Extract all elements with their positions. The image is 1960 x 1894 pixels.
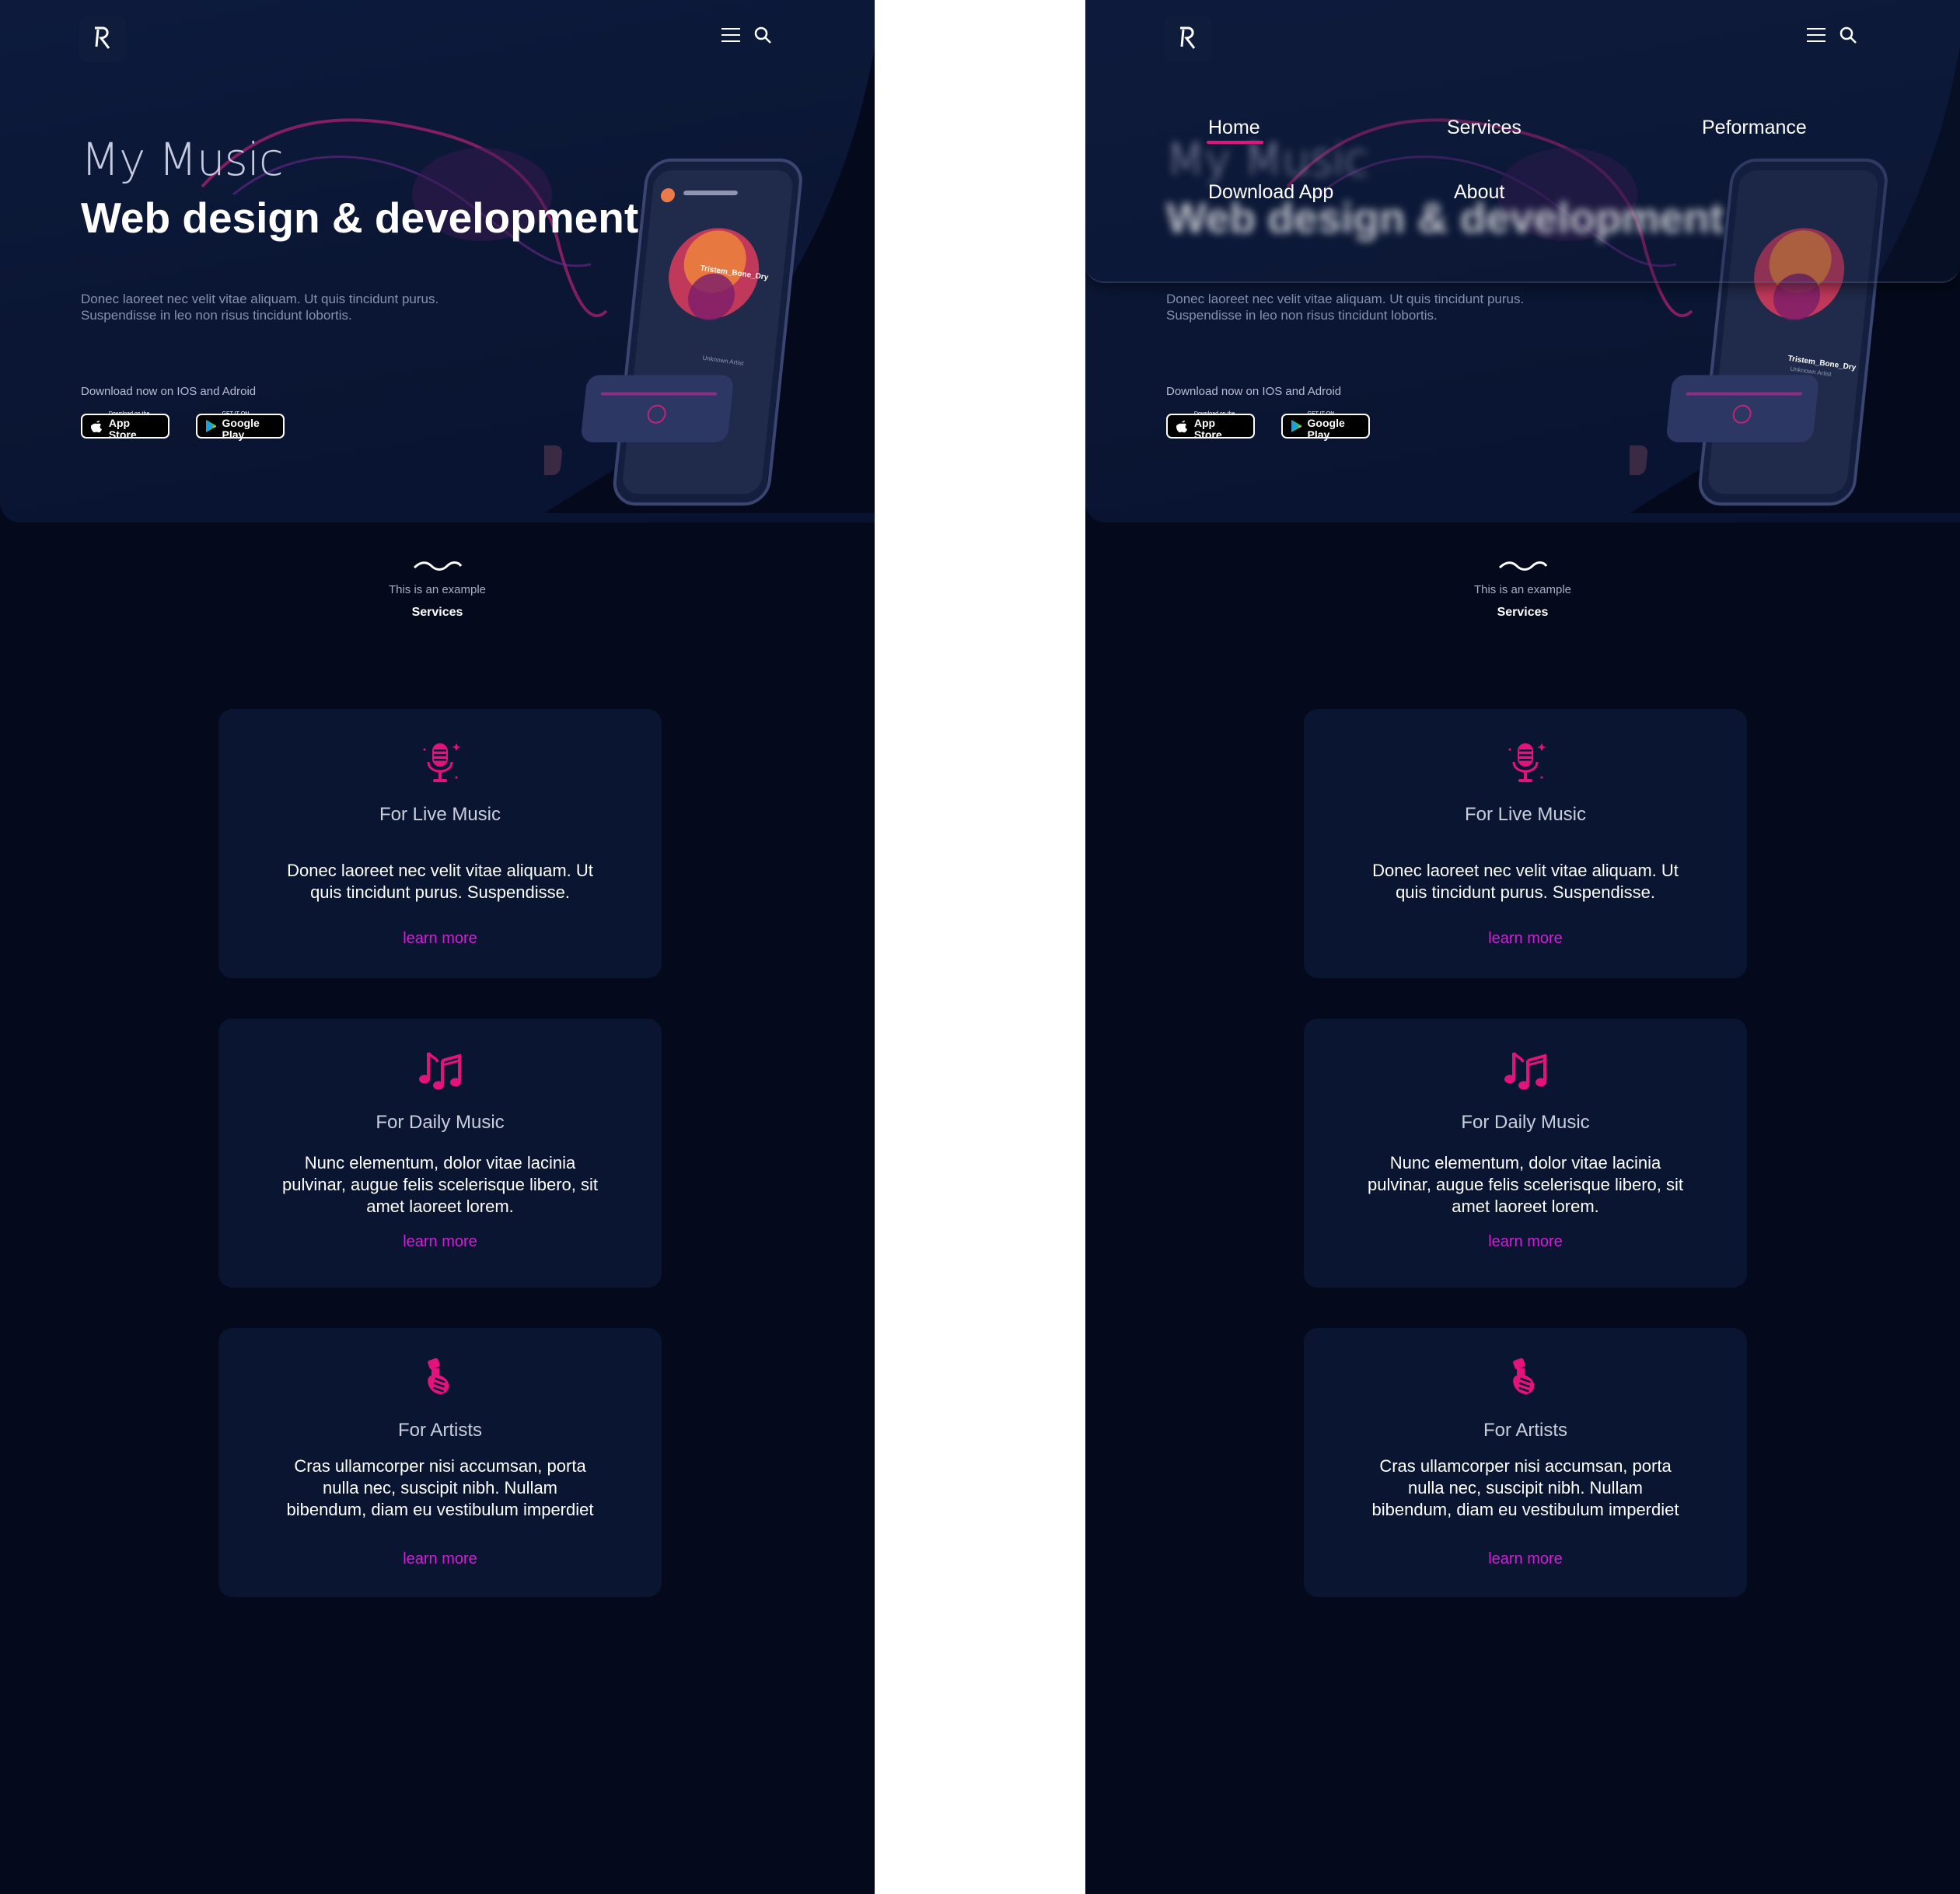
apple-icon [1176, 421, 1187, 433]
learn-more-link[interactable]: learn more [218, 1233, 662, 1251]
card-title: For Live Music [379, 804, 501, 825]
wave-squiggle-icon [1498, 561, 1547, 571]
app-store-button[interactable]: Download on the App Store [1166, 411, 1255, 441]
service-card-live-music: For Live Music Donec laoreet nec velit v… [218, 709, 662, 978]
app-store-button[interactable]: Download on the App Store [81, 411, 169, 441]
guitar-hand-icon [1513, 1358, 1535, 1395]
logo-r-icon [1180, 26, 1196, 49]
nav-icons [1807, 26, 1871, 44]
download-label: Download now on IOS and Adroid [81, 385, 257, 398]
card-title: For Daily Music [1461, 1112, 1590, 1133]
menu-item-about[interactable]: About [1454, 181, 1504, 204]
card-text: Nunc elementum, dolor vitae lacinia pulv… [1367, 1153, 1683, 1216]
microphone-icon [1508, 743, 1546, 782]
wave-squiggle-icon [413, 561, 462, 571]
guitar-hand-icon [428, 1358, 449, 1395]
section-title: Services [1497, 606, 1549, 619]
google-play-icon [206, 420, 216, 432]
card-text: Donec laoreet nec velit vitae aliquam. U… [287, 861, 593, 902]
menu-item-services[interactable]: Services [1447, 117, 1522, 139]
google-play-icon [1291, 420, 1301, 432]
logo-r-icon [95, 26, 110, 49]
learn-more-link[interactable]: learn more [218, 1550, 662, 1568]
card-text: Cras ullamcorper nisi accumsan, porta nu… [1371, 1456, 1679, 1519]
menu-item-performance[interactable]: Peformance [1702, 117, 1807, 139]
music-notes-icon [1504, 1051, 1546, 1090]
learn-more-link[interactable]: learn more [1304, 1550, 1747, 1568]
card-text: Cras ullamcorper nisi accumsan, porta nu… [286, 1456, 594, 1519]
service-card-live-music: For Live Music Donec laoreet nec velit v… [1304, 709, 1747, 978]
hero-description: Donec laoreet nec velit vitae aliquam. U… [81, 292, 439, 323]
services-heading: This is an example Services [1085, 560, 1960, 620]
card-text: Nunc elementum, dolor vitae lacinia pulv… [281, 1153, 598, 1216]
nav-icons [721, 26, 785, 44]
card-title: For Live Music [1464, 804, 1587, 825]
services-heading: This is an example Services [0, 560, 875, 620]
google-play-button[interactable]: GET IT ON Google Play [1281, 411, 1370, 441]
menu-item-download-app[interactable]: Download App [1208, 181, 1333, 204]
card-text: Donec laoreet nec velit vitae aliquam. U… [1372, 861, 1679, 902]
apple-icon [91, 421, 102, 433]
music-notes-icon [419, 1051, 461, 1090]
service-card-artists: For Artists Cras ullamcorper nisi accums… [1304, 1328, 1747, 1597]
section-subtitle: This is an example [1473, 583, 1572, 596]
brand-logo[interactable] [79, 16, 126, 62]
hamburger-menu-icon[interactable] [1807, 26, 1825, 44]
hero-description: Donec laoreet nec velit vitae aliquam. U… [1166, 292, 1525, 323]
card-title: For Artists [397, 1420, 482, 1441]
search-icon[interactable] [754, 26, 771, 44]
section-title: Services [411, 606, 463, 619]
menu-item-home[interactable]: Home [1207, 117, 1263, 144]
brand-logo[interactable] [1165, 16, 1211, 62]
service-card-daily-music: For Daily Music Nunc elementum, dolor vi… [1304, 1019, 1747, 1288]
section-subtitle: This is an example [388, 583, 487, 596]
microphone-icon [423, 743, 461, 782]
search-icon[interactable] [1839, 26, 1857, 44]
learn-more-link[interactable]: learn more [1304, 930, 1747, 948]
mobile-screen-menu-open: My Music Web design & development Donec … [1085, 0, 1960, 1894]
card-title: For Daily Music [376, 1112, 505, 1133]
service-card-daily-music: For Daily Music Nunc elementum, dolor vi… [218, 1019, 662, 1288]
phone-mockup [544, 158, 802, 506]
google-play-button[interactable]: GET IT ON Google Play [196, 411, 285, 441]
mobile-screen-default: My Music Web design & development Donec … [0, 0, 875, 1894]
hamburger-menu-icon[interactable] [721, 26, 740, 44]
learn-more-link[interactable]: learn more [1304, 1233, 1747, 1251]
learn-more-link[interactable]: learn more [218, 930, 662, 948]
card-title: For Artists [1483, 1420, 1567, 1441]
service-card-artists: For Artists Cras ullamcorper nisi accums… [218, 1328, 662, 1597]
download-label: Download now on IOS and Adroid [1166, 385, 1342, 398]
